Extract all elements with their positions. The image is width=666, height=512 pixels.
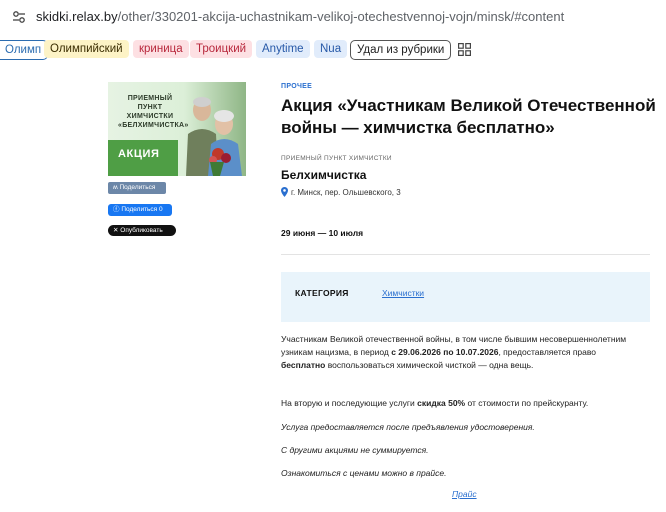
url-text[interactable]: skidki.relax.by/other/330201-akcija-ucha… (36, 9, 564, 24)
p1-period: с 29.06.2026 по 10.07.2026 (391, 347, 499, 357)
divider (281, 254, 650, 255)
description-paragraph-5: Ознакомиться с ценами можно в прайсе. (281, 468, 447, 478)
facebook-share-label: Поделиться 0 (121, 206, 163, 213)
x-share-button[interactable]: ✕ Опубликовать (108, 225, 176, 236)
url-path: /other/330201-akcija-uchastnikam-velikoj… (117, 9, 565, 24)
price-list-link[interactable]: Прайс (452, 489, 477, 499)
tag-krinitsa[interactable]: криница (133, 40, 189, 58)
location-pin-icon (281, 187, 288, 197)
vk-share-button[interactable]: ʍ Поделиться (108, 182, 166, 194)
tag-anytime[interactable]: Anytime (256, 40, 310, 58)
description-paragraph-2: На вторую и последующие услуги скидка 50… (281, 397, 641, 410)
url-host: skidki.relax.by (36, 9, 118, 24)
page-title: Акция «Участникам Великой Отечественной … (281, 96, 656, 137)
p1-text-e: воспользоваться химической чисткой — одн… (325, 360, 534, 370)
category-box: КАТЕГОРИЯ Химчистки (281, 272, 650, 322)
p1-text-c: , предоставляется право (498, 347, 597, 357)
grid-icon[interactable] (458, 43, 471, 56)
tags-bar: Олимп Олимпийский криница Троицкий Anyti… (0, 38, 666, 62)
p1-free: бесплатно (281, 360, 326, 370)
address-text: г. Минск, пер. Ольшевского, 3 (291, 188, 401, 197)
description-paragraph-3: Услуга предоставляется после предъявлени… (281, 422, 535, 432)
category-box-label: КАТЕГОРИЯ (295, 288, 349, 298)
tag-troitskiy[interactable]: Троицкий (190, 40, 253, 58)
p2-discount: скидка 50% (417, 398, 466, 408)
description-paragraph-1: Участникам Великой отечественной войны, … (281, 333, 641, 372)
promo-dates: 29 июня — 10 июля (281, 228, 364, 238)
remove-from-category-button[interactable]: Удал из рубрики (350, 40, 452, 60)
couple-photo (186, 97, 242, 176)
address-bar[interactable]: skidki.relax.by/other/330201-akcija-ucha… (0, 0, 666, 34)
tag-nua[interactable]: Nua (314, 40, 348, 58)
promo-badge: АКЦИЯ (118, 148, 160, 160)
tag-olimp[interactable]: Олимп (0, 40, 49, 60)
tag-olimpiyskiy[interactable]: Олимпийский (44, 40, 129, 58)
description-paragraph-4: С другими акциями не суммируется. (281, 445, 429, 455)
organization-name[interactable]: Белхимчистка (281, 168, 366, 182)
category-kicker[interactable]: ПРОЧЕЕ (281, 83, 312, 90)
vk-share-label: Поделиться (119, 184, 156, 191)
organization-kicker: ПРИЕМНЫЙ ПУНКТ ХИМЧИСТКИ (281, 155, 392, 162)
x-share-label: Опубликовать (120, 227, 163, 234)
p2-text-a: На вторую и последующие услуги (281, 398, 418, 408)
site-settings-icon[interactable] (12, 10, 26, 24)
p2-text-c: от стоимости по прейскуранту. (465, 398, 589, 408)
facebook-share-button[interactable]: ⓕ Поделиться 0 (108, 204, 172, 216)
address: г. Минск, пер. Ольшевского, 3 (281, 187, 401, 197)
promo-image: ПРИЕМНЫЙ ПУНКТ ХИМЧИСТКИ «БЕЛХИМЧИСТКА» … (108, 82, 246, 176)
category-link[interactable]: Химчистки (382, 288, 424, 298)
promo-image-caption: ПРИЕМНЫЙ ПУНКТ ХИМЧИСТКИ «БЕЛХИМЧИСТКА» (118, 95, 189, 129)
